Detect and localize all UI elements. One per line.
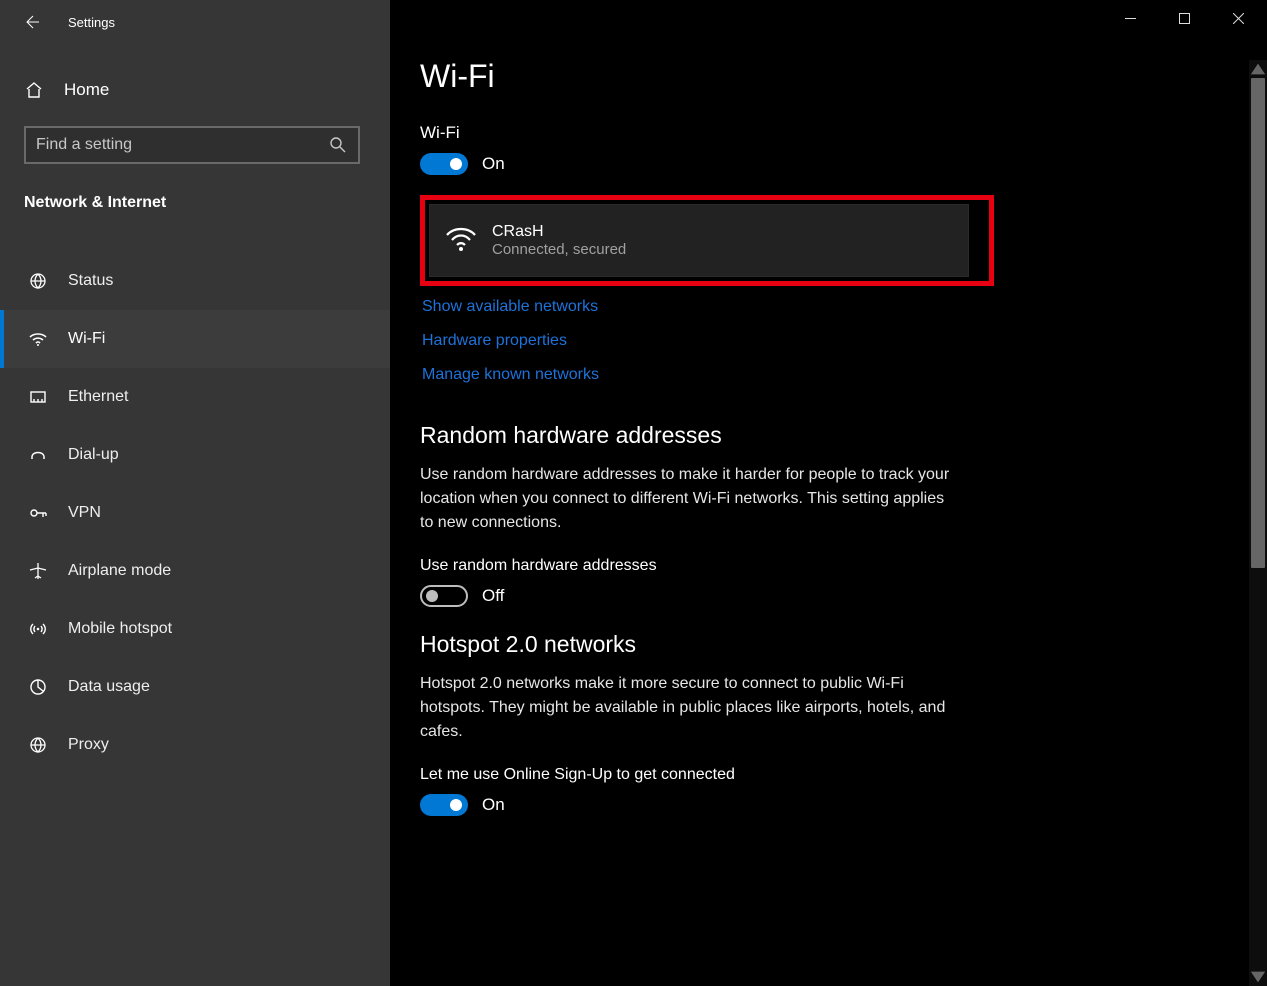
sidebar-item-label: Airplane mode — [68, 562, 171, 580]
search-box[interactable] — [24, 126, 360, 164]
wifi-state: On — [482, 154, 505, 174]
minimize-button[interactable] — [1103, 2, 1157, 34]
sidebar-item-status[interactable]: Status — [0, 252, 390, 310]
dialup-icon — [28, 445, 48, 465]
home-label: Home — [64, 80, 109, 100]
sidebar-item-label: Status — [68, 272, 113, 290]
wifi-links: Show available networks Hardware propert… — [420, 290, 1237, 392]
sidebar: Settings Home Network & Internet Status … — [0, 0, 390, 986]
wifi-toggle[interactable]: On — [420, 153, 1237, 175]
close-button[interactable] — [1211, 2, 1265, 34]
sidebar-item-proxy[interactable]: Proxy — [0, 716, 390, 774]
link-hardware-properties[interactable]: Hardware properties — [422, 332, 567, 350]
content-area: Wi-Fi Wi-Fi On CRasH Connected, secured — [390, 34, 1267, 836]
proxy-icon — [28, 735, 48, 755]
random-hw-state: Off — [482, 586, 504, 606]
scroll-down-icon[interactable] — [1249, 968, 1267, 986]
sidebar-item-label: Data usage — [68, 678, 150, 696]
random-hw-toggle[interactable]: Off — [420, 585, 1237, 607]
hotspot2-toggle[interactable]: On — [420, 794, 1237, 816]
scroll-track[interactable] — [1249, 78, 1267, 968]
wifi-toggle-label: Wi-Fi — [420, 123, 1237, 143]
hotspot2-desc: Hotspot 2.0 networks make it more secure… — [420, 672, 960, 744]
category-label: Network & Internet — [0, 176, 390, 222]
network-status: Connected, secured — [492, 241, 626, 258]
back-icon[interactable] — [24, 14, 40, 30]
section-hotspot2-title: Hotspot 2.0 networks — [420, 631, 1237, 658]
random-hw-desc: Use random hardware addresses to make it… — [420, 463, 960, 535]
sidebar-item-dialup[interactable]: Dial-up — [0, 426, 390, 484]
sidebar-item-hotspot[interactable]: Mobile hotspot — [0, 600, 390, 658]
sidebar-item-label: Wi-Fi — [68, 330, 105, 348]
hotspot2-state: On — [482, 795, 505, 815]
hotspot-icon — [28, 619, 48, 639]
ethernet-icon — [28, 387, 48, 407]
wifi-signal-icon — [444, 221, 478, 260]
scroll-thumb[interactable] — [1251, 78, 1265, 568]
sidebar-item-label: VPN — [68, 504, 101, 522]
sidebar-item-airplane[interactable]: Airplane mode — [0, 542, 390, 600]
scroll-up-icon[interactable] — [1249, 60, 1267, 78]
sidebar-item-label: Ethernet — [68, 388, 128, 406]
sidebar-item-datausage[interactable]: Data usage — [0, 658, 390, 716]
search-icon — [328, 135, 348, 155]
app-title: Settings — [68, 15, 115, 30]
section-random-hw-title: Random hardware addresses — [420, 422, 1237, 449]
highlight-annotation: CRasH Connected, secured — [420, 195, 994, 286]
hotspot2-switch[interactable] — [420, 794, 468, 816]
search-wrap — [0, 114, 390, 176]
wifi-icon — [28, 329, 48, 349]
window-controls — [390, 0, 1267, 34]
random-hw-toggle-label: Use random hardware addresses — [420, 557, 1237, 575]
datausage-icon — [28, 677, 48, 697]
current-network-card[interactable]: CRasH Connected, secured — [429, 204, 969, 277]
sidebar-item-wifi[interactable]: Wi-Fi — [0, 310, 390, 368]
hotspot2-toggle-label: Let me use Online Sign-Up to get connect… — [420, 766, 1237, 784]
home-icon — [24, 80, 44, 100]
home-nav[interactable]: Home — [0, 66, 390, 114]
vpn-icon — [28, 503, 48, 523]
sidebar-item-vpn[interactable]: VPN — [0, 484, 390, 542]
maximize-button[interactable] — [1157, 2, 1211, 34]
random-hw-switch[interactable] — [420, 585, 468, 607]
sidebar-item-ethernet[interactable]: Ethernet — [0, 368, 390, 426]
network-name: CRasH — [492, 223, 626, 241]
network-info: CRasH Connected, secured — [492, 223, 626, 258]
link-show-available[interactable]: Show available networks — [422, 298, 598, 316]
sidebar-item-label: Mobile hotspot — [68, 620, 172, 638]
airplane-icon — [28, 561, 48, 581]
sidebar-item-label: Proxy — [68, 736, 109, 754]
vertical-scrollbar[interactable] — [1249, 60, 1267, 986]
page-title: Wi-Fi — [420, 58, 1237, 95]
wifi-switch[interactable] — [420, 153, 468, 175]
main-panel: Wi-Fi Wi-Fi On CRasH Connected, secured — [390, 0, 1267, 986]
link-manage-known[interactable]: Manage known networks — [422, 366, 599, 384]
search-input[interactable] — [36, 136, 328, 154]
nav-list: Status Wi-Fi Ethernet Dial-up VPN — [0, 252, 390, 774]
titlebar-left: Settings — [0, 8, 390, 36]
sidebar-item-label: Dial-up — [68, 446, 119, 464]
status-icon — [28, 271, 48, 291]
